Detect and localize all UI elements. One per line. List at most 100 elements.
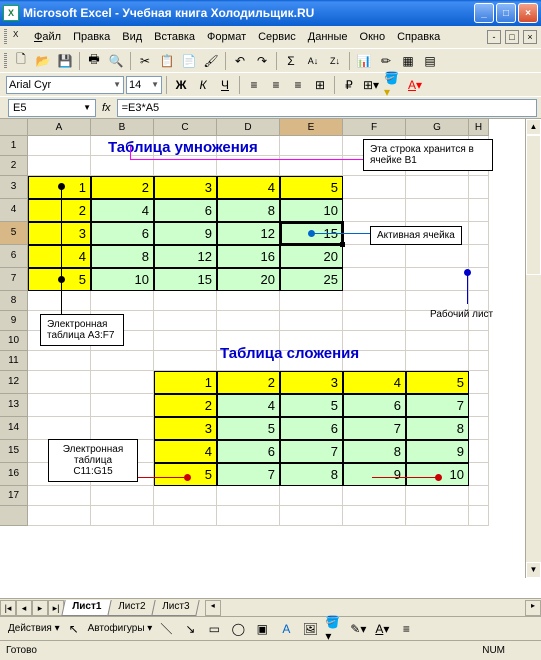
currency-icon[interactable]: ₽ bbox=[339, 75, 359, 95]
cell[interactable]: 12 bbox=[154, 245, 217, 268]
cell[interactable]: 20 bbox=[217, 268, 280, 291]
row-header[interactable]: 12 bbox=[0, 371, 28, 394]
select-icon[interactable]: ↖ bbox=[64, 619, 84, 639]
autoshapes-menu[interactable]: Автофигуры ▾ bbox=[88, 623, 153, 634]
cell[interactable]: 1 bbox=[154, 371, 217, 394]
cell[interactable]: 10 bbox=[280, 199, 343, 222]
cell[interactable] bbox=[343, 268, 406, 291]
cell[interactable] bbox=[280, 136, 343, 156]
cell[interactable]: 6 bbox=[217, 440, 280, 463]
cell[interactable]: 4 bbox=[154, 440, 217, 463]
row-header[interactable]: 15 bbox=[0, 440, 28, 463]
cell[interactable]: 2 bbox=[154, 394, 217, 417]
cell[interactable]: 6 bbox=[154, 199, 217, 222]
sheet-tab[interactable]: Лист3 bbox=[152, 600, 201, 616]
row-header[interactable]: 1 bbox=[0, 136, 28, 156]
cell[interactable] bbox=[406, 199, 469, 222]
cell[interactable]: 6 bbox=[280, 417, 343, 440]
cut-icon[interactable]: ✂ bbox=[135, 51, 155, 71]
col-header[interactable]: H bbox=[469, 119, 489, 136]
tab-nav-prev[interactable]: ◂ bbox=[16, 600, 32, 616]
cell[interactable] bbox=[343, 245, 406, 268]
vertical-scrollbar[interactable]: ▲ ▼ bbox=[525, 119, 541, 578]
fx-icon[interactable]: fx bbox=[102, 102, 111, 114]
menu-tools[interactable]: Сервис bbox=[253, 29, 301, 45]
cell[interactable]: 3 bbox=[154, 176, 217, 199]
print-icon[interactable]: 🖶 bbox=[84, 51, 104, 71]
cell[interactable]: 9 bbox=[154, 222, 217, 245]
size-combo[interactable]: 14▼ bbox=[126, 76, 162, 94]
sort-desc-icon[interactable]: Z↓ bbox=[325, 51, 345, 71]
cell[interactable]: 6 bbox=[91, 222, 154, 245]
col-header[interactable]: E bbox=[280, 119, 343, 136]
actions-menu[interactable]: Действия ▾ bbox=[8, 623, 60, 634]
row-header[interactable]: 6 bbox=[0, 245, 28, 268]
cell[interactable] bbox=[28, 156, 91, 176]
cell[interactable]: 7 bbox=[217, 463, 280, 486]
row-header[interactable]: 14 bbox=[0, 417, 28, 440]
save-icon[interactable]: 💾 bbox=[55, 51, 75, 71]
horizontal-scrollbar[interactable]: ◂▸ bbox=[205, 600, 541, 616]
rect-icon[interactable]: ▭ bbox=[204, 619, 224, 639]
italic-icon[interactable]: К bbox=[193, 75, 213, 95]
grid-icon[interactable]: ▦ bbox=[398, 51, 418, 71]
menu-view[interactable]: Вид bbox=[117, 29, 147, 45]
cell[interactable]: 20 bbox=[280, 245, 343, 268]
cell[interactable]: 3 bbox=[280, 371, 343, 394]
paste-icon[interactable]: 📄 bbox=[179, 51, 199, 71]
underline-icon[interactable]: Ч bbox=[215, 75, 235, 95]
row-header[interactable]: 10 bbox=[0, 331, 28, 351]
sum-icon[interactable]: Σ bbox=[281, 51, 301, 71]
cell[interactable] bbox=[469, 199, 489, 222]
row-header[interactable]: 17 bbox=[0, 486, 28, 506]
close-button[interactable]: × bbox=[518, 3, 538, 23]
cell[interactable]: 5 bbox=[280, 394, 343, 417]
cell[interactable]: 8 bbox=[406, 417, 469, 440]
cell[interactable]: 4 bbox=[217, 176, 280, 199]
clipart-icon[interactable]: 🖼 bbox=[300, 619, 320, 639]
cell[interactable]: 7 bbox=[406, 394, 469, 417]
cell[interactable] bbox=[406, 245, 469, 268]
formula-input[interactable]: =E3*A5 bbox=[117, 99, 537, 117]
tab-nav-first[interactable]: |◂ bbox=[0, 600, 16, 616]
undo-icon[interactable]: ↶ bbox=[230, 51, 250, 71]
cell[interactable]: 4 bbox=[217, 394, 280, 417]
cell[interactable]: 9 bbox=[406, 440, 469, 463]
col-header[interactable]: C bbox=[154, 119, 217, 136]
doc-minimize-button[interactable]: - bbox=[487, 30, 501, 44]
menu-data[interactable]: Данные bbox=[303, 29, 353, 45]
menu-help[interactable]: Справка bbox=[392, 29, 445, 45]
cell[interactable]: 6 bbox=[343, 394, 406, 417]
cell[interactable]: 4 bbox=[91, 199, 154, 222]
line-icon[interactable]: ＼ bbox=[156, 619, 176, 639]
open-icon[interactable]: 📂 bbox=[33, 51, 53, 71]
select-all-corner[interactable] bbox=[0, 119, 28, 136]
cell[interactable]: 4 bbox=[343, 371, 406, 394]
borders-icon[interactable]: ⊞▾ bbox=[361, 75, 381, 95]
bold-icon[interactable]: Ж bbox=[171, 75, 191, 95]
line-color-icon[interactable]: ✎▾ bbox=[348, 619, 368, 639]
merge-icon[interactable]: ⊞ bbox=[310, 75, 330, 95]
row-header[interactable]: 11 bbox=[0, 351, 28, 371]
sheet-tab[interactable]: Лист1 bbox=[61, 600, 112, 616]
cell[interactable]: 3 bbox=[154, 417, 217, 440]
cell[interactable]: 9 bbox=[343, 463, 406, 486]
format-painter-icon[interactable]: 🖌 bbox=[201, 51, 221, 71]
cell[interactable] bbox=[343, 199, 406, 222]
cell[interactable]: 8 bbox=[343, 440, 406, 463]
cell[interactable]: 5 bbox=[406, 371, 469, 394]
doc-restore-button[interactable]: □ bbox=[505, 30, 519, 44]
preview-icon[interactable]: 🔍 bbox=[106, 51, 126, 71]
row-header[interactable] bbox=[0, 506, 28, 526]
menu-file[interactable]: Файл bbox=[29, 29, 66, 45]
sheet-tab[interactable]: Лист2 bbox=[107, 600, 156, 616]
cell[interactable]: 16 bbox=[217, 245, 280, 268]
row-header[interactable]: 7 bbox=[0, 268, 28, 291]
cell[interactable]: 10 bbox=[91, 268, 154, 291]
cell[interactable]: 2 bbox=[217, 371, 280, 394]
line-style-icon[interactable]: ≡ bbox=[396, 619, 416, 639]
sort-asc-icon[interactable]: A↓ bbox=[303, 51, 323, 71]
cell[interactable]: 25 bbox=[280, 268, 343, 291]
row-header[interactable]: 16 bbox=[0, 463, 28, 486]
fill-color-icon[interactable]: 🪣▾ bbox=[383, 75, 403, 95]
